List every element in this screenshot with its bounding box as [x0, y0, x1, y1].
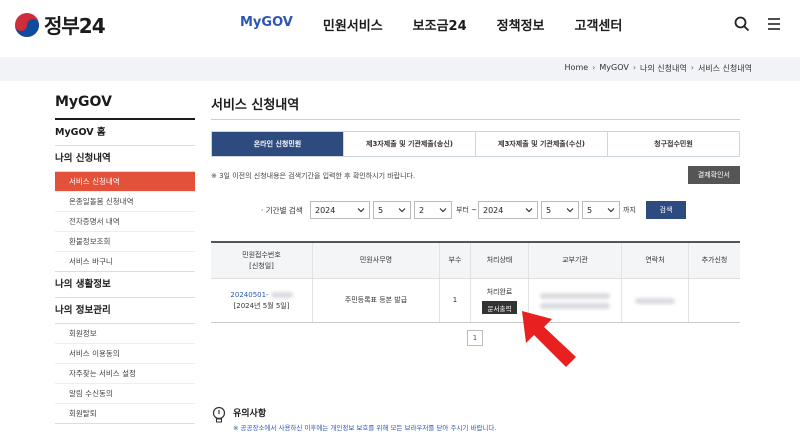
- chevron-right-icon: ›: [690, 63, 694, 72]
- header-receipt-no: 민원접수번호 [신청일]: [211, 243, 313, 278]
- hamburger-menu-icon[interactable]: [766, 16, 782, 32]
- period-filter: · 기간별 검색 2024 5 2 부터 ~ 2024 5 5 까지 검색: [211, 199, 740, 221]
- sidebar-item-notification-consent[interactable]: 알림 수신동의: [55, 384, 195, 404]
- sidebar-item-withdraw[interactable]: 회원탈퇴: [55, 404, 195, 424]
- caution-notice: 유의사항 ※ 공공장소에서 사용하신 이후에는 개인정보 보호를 위해 모든 브…: [211, 406, 496, 432]
- tab-third-party-received[interactable]: 제3자제출 및 기관제출(수신): [476, 132, 608, 156]
- status-text: 처리완료: [486, 288, 513, 296]
- to-year-select[interactable]: 2024: [478, 201, 538, 219]
- breadcrumb-current: 서비스 신청내역: [697, 64, 752, 73]
- to-month-select[interactable]: 5: [541, 201, 579, 219]
- chevron-down-icon: [398, 208, 406, 213]
- chevron-down-icon: [607, 208, 615, 213]
- redacted-text: [270, 292, 293, 298]
- receipt-cell: 20240501- [2024년 5월 5일]: [211, 279, 313, 322]
- sidebar-item-service-basket[interactable]: 서비스 바구니: [55, 252, 195, 272]
- breadcrumb-bar: Home › MyGOV › 나의 신청내역 › 서비스 신청내역: [0, 57, 800, 81]
- search-button[interactable]: 검색: [646, 201, 686, 219]
- from-year-select[interactable]: 2024: [310, 201, 370, 219]
- sidebar-item-allday-care[interactable]: 온종일돌봄 신청내역: [55, 192, 195, 212]
- page-title: 서비스 신청내역: [211, 94, 740, 120]
- header-contact: 연락처: [622, 243, 689, 278]
- sidebar-item-refund-info[interactable]: 환불정보조회: [55, 232, 195, 252]
- caution-title: 유의사항: [233, 409, 267, 419]
- applications-table: 민원접수번호 [신청일] 민원사무명 부수 처리상태 교부기관 연락처 추가신청 …: [211, 241, 740, 323]
- chevron-down-icon: [439, 208, 447, 213]
- nav-policy-info[interactable]: 정책정보: [497, 15, 545, 34]
- receipt-number-link[interactable]: 20240501-: [230, 290, 268, 301]
- redacted-text: [540, 302, 610, 309]
- logo[interactable]: 정부24: [14, 10, 106, 39]
- from-text: 부터 ~: [456, 206, 477, 214]
- sidebar-group-life-info[interactable]: 나의 생활정보: [55, 272, 195, 298]
- table-header: 민원접수번호 [신청일] 민원사무명 부수 처리상태 교부기관 연락처 추가신청: [211, 243, 740, 279]
- print-document-button[interactable]: 문서출력: [481, 301, 518, 314]
- logo-text: 정부24: [44, 14, 106, 38]
- sidebar-group-info-management[interactable]: 나의 정보관리: [55, 298, 195, 324]
- caution-text: ※ 공공장소에서 사용하신 이후에는 개인정보 보호를 위해 모든 브라우저를 …: [233, 424, 497, 432]
- header-issuing-agency: 교부기관: [529, 243, 622, 278]
- taegeuk-logo-icon: [15, 12, 39, 37]
- sidebar-title: MyGOV: [55, 94, 195, 120]
- breadcrumb-mygov[interactable]: MyGOV: [599, 63, 628, 74]
- header: 정부24 MyGOV 민원서비스 보조금24 정책정보 고객센터: [0, 0, 800, 50]
- nav-subsidy24[interactable]: 보조금24: [413, 15, 467, 34]
- sidebar-item-e-certificates[interactable]: 전자증명서 내역: [55, 212, 195, 232]
- chevron-right-icon: ›: [592, 63, 596, 72]
- sidebar: MyGOV MyGOV 홈 나의 신청내역 서비스 신청내역 온종일돌봄 신청내…: [55, 94, 195, 424]
- main-content: 서비스 신청내역 온라인 신청민원 제3자제출 및 기관제출(송신) 제3자제출…: [211, 94, 740, 346]
- to-day-select[interactable]: 5: [582, 201, 620, 219]
- header-status: 처리상태: [471, 243, 529, 278]
- search-period-notice: ※ 3일 이전의 신청내용은 검색기간을 입력한 후 확인하시기 바랍니다.: [211, 172, 416, 180]
- redacted-text: [540, 292, 610, 299]
- nav-civil-service[interactable]: 민원서비스: [323, 15, 383, 34]
- from-day-select[interactable]: 2: [414, 201, 452, 219]
- copies-cell: 1: [440, 279, 471, 322]
- tab-claim-applications[interactable]: 청구접수민원: [608, 132, 739, 156]
- additional-request-cell: [689, 279, 740, 322]
- sidebar-item-service-consent[interactable]: 서비스 이용동의: [55, 344, 195, 364]
- redacted-text: [635, 297, 675, 304]
- service-name-cell: 주민등록표 등본 발급: [313, 279, 440, 322]
- main-nav: MyGOV 민원서비스 보조금24 정책정보 고객센터: [240, 15, 652, 34]
- nav-customer-center[interactable]: 고객센터: [575, 15, 623, 34]
- tab-bar: 온라인 신청민원 제3자제출 및 기관제출(송신) 제3자제출 및 기관제출(수…: [211, 131, 740, 157]
- nav-mygov[interactable]: MyGOV: [240, 15, 293, 34]
- header-additional-request: 추가신청: [701, 256, 728, 264]
- tab-third-party-sent[interactable]: 제3자제출 및 기관제출(송신): [344, 132, 476, 156]
- chevron-down-icon: [525, 208, 533, 213]
- page-1-button[interactable]: 1: [467, 330, 483, 346]
- sidebar-item-member-info[interactable]: 회원정보: [55, 324, 195, 344]
- search-icon[interactable]: [734, 16, 750, 32]
- application-date: [2024년 5월 5일]: [233, 301, 290, 310]
- filter-label: · 기간별 검색: [261, 206, 303, 215]
- sidebar-item-mygov-home[interactable]: MyGOV 홈: [55, 120, 195, 146]
- lightbulb-icon: [212, 406, 226, 423]
- to-text: 까지: [623, 206, 636, 214]
- chevron-right-icon: ›: [632, 63, 637, 72]
- breadcrumb-my-applications[interactable]: 나의 신청내역: [640, 63, 687, 74]
- contact-cell: [622, 279, 689, 322]
- sidebar-group-my-applications[interactable]: 나의 신청내역: [55, 146, 195, 172]
- sidebar-item-favorite-services[interactable]: 자주찾는 서비스 설정: [55, 364, 195, 384]
- tab-online-applications[interactable]: 온라인 신청민원: [212, 132, 344, 156]
- chevron-down-icon: [566, 208, 574, 213]
- table-row: 20240501- [2024년 5월 5일] 주민등록표 등본 발급 1 처리…: [211, 279, 740, 323]
- red-arrow-annotation: [522, 311, 576, 367]
- header-icons: [734, 16, 782, 32]
- sidebar-item-service-applications[interactable]: 서비스 신청내역: [55, 172, 195, 192]
- chevron-down-icon: [357, 208, 365, 213]
- header-service-name: 민원사무명: [313, 243, 440, 278]
- header-copies: 부수: [440, 243, 471, 278]
- breadcrumb: Home › MyGOV › 나의 신청내역 › 서비스 신청내역: [565, 63, 752, 74]
- from-month-select[interactable]: 5: [373, 201, 411, 219]
- breadcrumb-home[interactable]: Home: [565, 63, 589, 74]
- payment-confirmation-button[interactable]: 결제확인서: [687, 166, 740, 184]
